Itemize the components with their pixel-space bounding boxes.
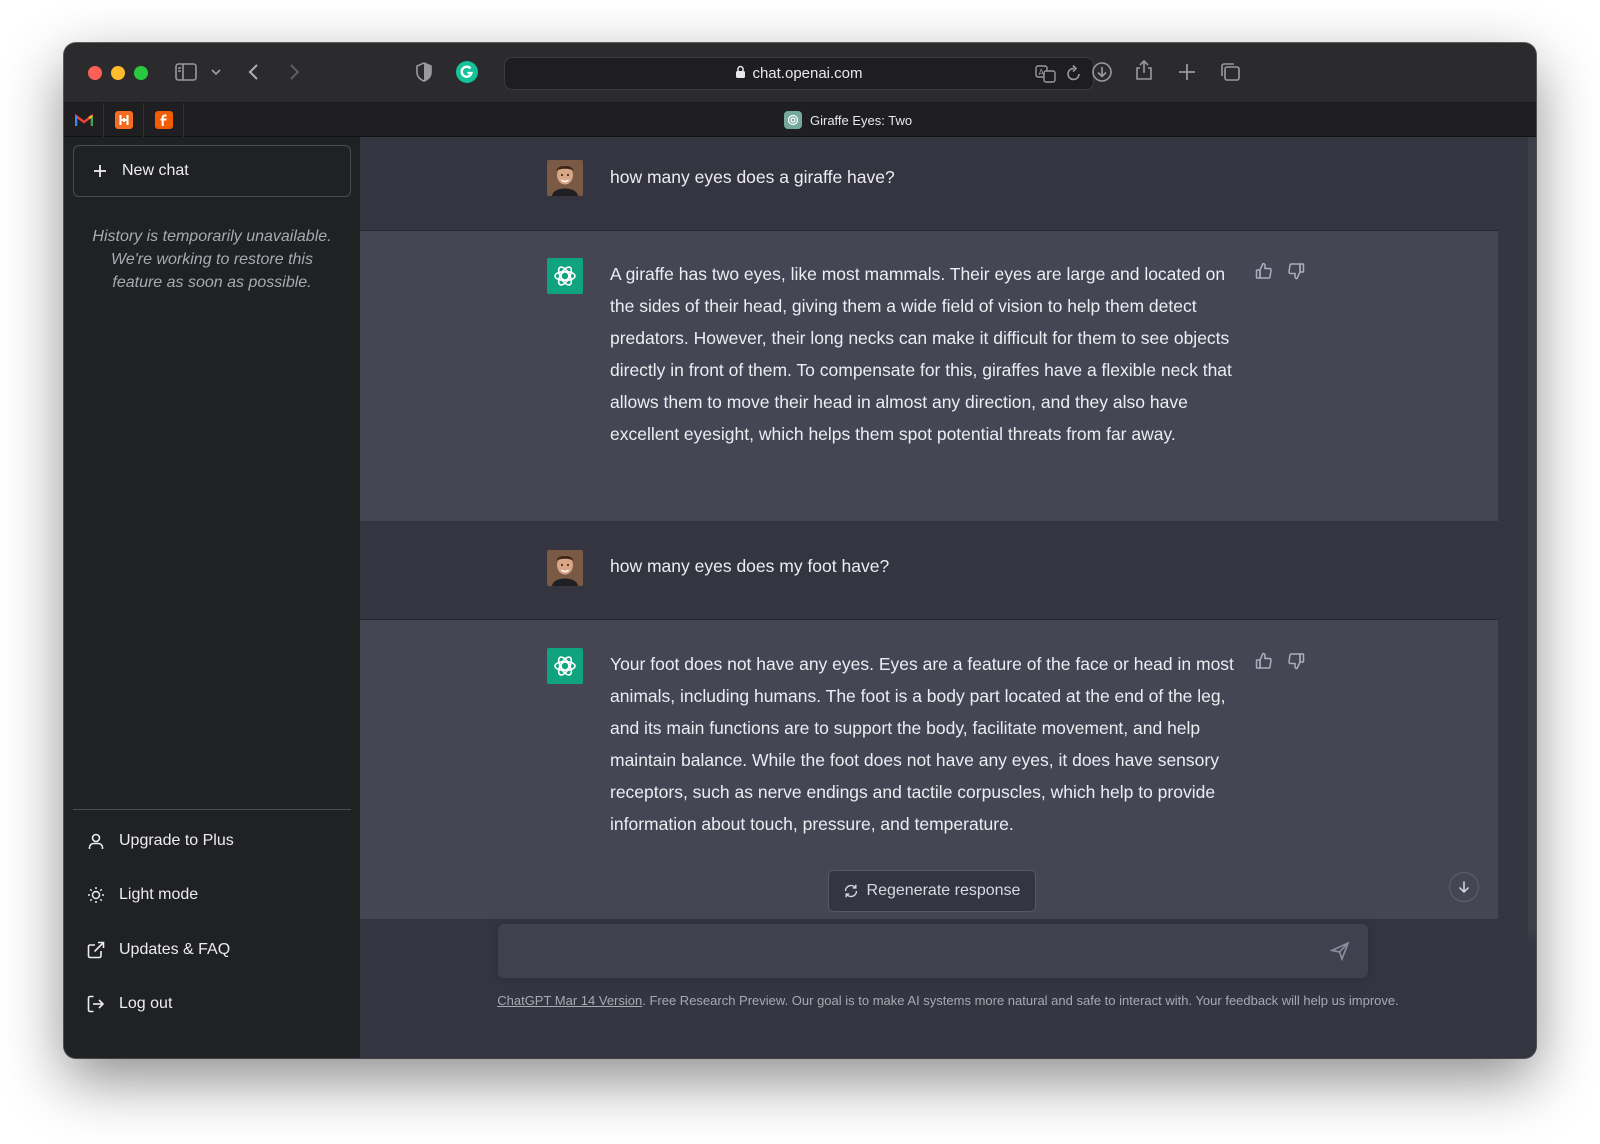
minimize-window-button[interactable] [111, 66, 125, 80]
sidebar-item-label: Light mode [119, 886, 199, 903]
chat-main: how many eyes does a giraffe have? A gir… [360, 137, 1536, 1058]
close-window-button[interactable] [88, 66, 102, 80]
footer-text: . Free Research Preview. Our goal is to … [642, 993, 1399, 1008]
message-text: how many eyes does my foot have? [610, 556, 890, 576]
new-tab-plus-icon[interactable] [1177, 61, 1197, 83]
regenerate-label: Regenerate response [866, 882, 1021, 899]
thumbs-up-icon[interactable] [1255, 652, 1273, 670]
svg-text:A: A [1039, 68, 1045, 77]
user-avatar [547, 160, 583, 196]
forward-arrow-icon[interactable] [286, 61, 302, 83]
chat-scrollbar[interactable] [1528, 137, 1536, 957]
lock-icon [735, 65, 746, 83]
message-text: how many eyes does a giraffe have? [610, 167, 895, 187]
logout-icon [87, 995, 105, 1013]
privacy-shield-icon[interactable] [414, 61, 434, 83]
thumbs-down-icon[interactable] [1287, 652, 1305, 670]
chatgpt-logo-icon [547, 258, 583, 294]
grammarly-icon[interactable] [455, 60, 479, 84]
chatgpt-app: New chat History is temporarily unavaila… [64, 137, 1536, 1058]
user-icon [88, 833, 104, 849]
thumbs-up-icon[interactable] [1255, 262, 1273, 280]
message-user: how many eyes does my foot have? [360, 522, 1498, 620]
url-text: chat.openai.com [752, 65, 863, 82]
tab-active[interactable]: Giraffe Eyes: Two [784, 111, 912, 129]
sidebar-item-label: Updates & FAQ [119, 941, 231, 958]
version-link[interactable]: ChatGPT Mar 14 Version [497, 993, 642, 1008]
message-text: Your foot does not have any eyes. Eyes a… [610, 654, 1234, 834]
feedback-controls [1255, 652, 1305, 670]
gmail-icon [74, 111, 93, 129]
chevron-down-icon[interactable] [210, 61, 222, 83]
sidebar-item-label: Upgrade to Plus [119, 832, 234, 849]
reload-icon[interactable] [1065, 64, 1083, 89]
sidebar-item-upgrade[interactable]: Upgrade to Plus [73, 818, 351, 864]
translate-icon[interactable]: A [1035, 64, 1057, 89]
feedback-controls [1255, 262, 1305, 280]
sidebar-item-label: Log out [119, 995, 173, 1012]
sidebar-divider [73, 809, 351, 810]
send-icon[interactable] [1330, 941, 1350, 961]
thumbs-down-icon[interactable] [1287, 262, 1305, 280]
message-assistant: A giraffe has two eyes, like most mammal… [360, 231, 1498, 522]
sidebar-toggle-icon[interactable] [174, 61, 198, 83]
new-chat-label: New chat [122, 162, 189, 179]
sidebar-item-updates-faq[interactable]: Updates & FAQ [73, 927, 351, 973]
download-icon[interactable] [1091, 61, 1113, 83]
chatgpt-favicon-icon [784, 111, 802, 129]
sidebar-item-light-mode[interactable]: Light mode [73, 872, 351, 918]
pinned-tab-f-app[interactable] [144, 103, 184, 137]
footer-disclaimer: ChatGPT Mar 14 Version. Free Research Pr… [360, 993, 1536, 1008]
browser-window: chat.openai.com A Giraffe Eyes: Two New … [64, 43, 1536, 1058]
scroll-to-bottom-button[interactable] [1449, 872, 1479, 902]
sun-icon [88, 887, 104, 903]
harvest-icon [114, 111, 133, 129]
regenerate-response-button[interactable]: Regenerate response [828, 870, 1036, 912]
tab-overview-icon[interactable] [1218, 61, 1242, 83]
browser-toolbar: chat.openai.com A [64, 43, 1536, 103]
pinned-tab-gmail[interactable] [64, 103, 104, 137]
tab-title: Giraffe Eyes: Two [810, 112, 913, 128]
user-avatar [547, 550, 583, 586]
pinned-tab-harvest[interactable] [104, 103, 144, 137]
message-text: A giraffe has two eyes, like most mammal… [610, 264, 1232, 444]
new-chat-button[interactable]: New chat [73, 145, 351, 197]
back-arrow-icon[interactable] [246, 61, 262, 83]
refresh-icon [844, 884, 857, 898]
zoom-window-button[interactable] [134, 66, 148, 80]
plus-icon [94, 165, 106, 177]
arrow-down-icon [1458, 881, 1470, 894]
external-link-icon [87, 941, 105, 959]
share-icon[interactable] [1134, 58, 1154, 82]
sidebar-item-logout[interactable]: Log out [73, 981, 351, 1027]
history-unavailable-note: History is temporarily unavailable. We'r… [92, 228, 332, 291]
message-input[interactable] [498, 924, 1368, 978]
address-bar[interactable]: chat.openai.com A [504, 57, 1094, 90]
sidebar: New chat History is temporarily unavaila… [64, 137, 360, 1058]
f-app-icon [154, 111, 173, 129]
message-user: how many eyes does a giraffe have? [360, 137, 1498, 231]
tab-bar: Giraffe Eyes: Two [64, 103, 1536, 137]
chatgpt-logo-icon [547, 648, 583, 684]
